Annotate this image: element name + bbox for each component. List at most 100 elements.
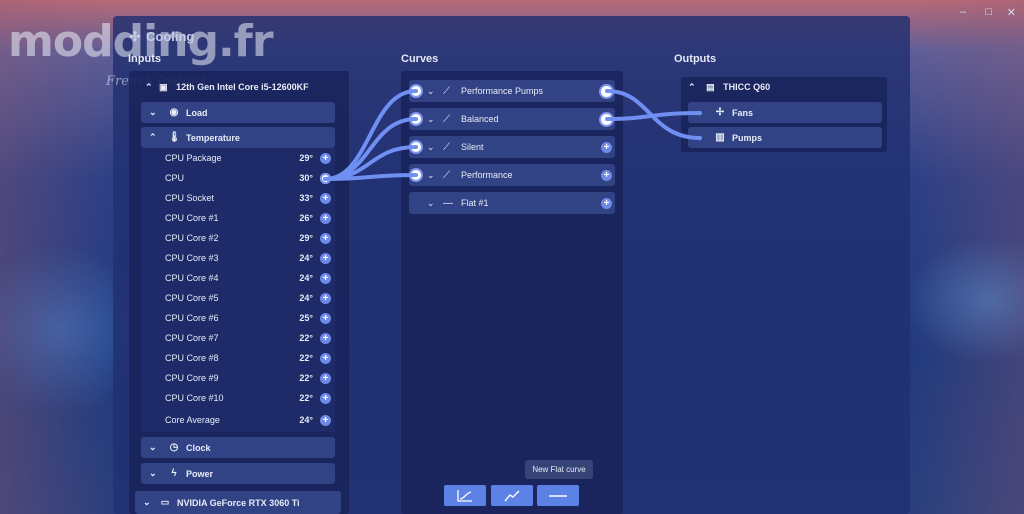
output-device-header[interactable]: ⌃ ▤ THICC Q60	[688, 82, 770, 93]
lightning-icon: ϟ	[171, 467, 177, 479]
add-connection-icon[interactable]: +	[320, 332, 331, 344]
curve-item[interactable]: ⌄ ⟋ Silent +	[409, 136, 615, 158]
chevron-down-icon[interactable]: ⌄	[427, 198, 435, 209]
chevron-down-icon[interactable]: ⌄	[427, 86, 435, 97]
curve-name: Balanced	[461, 114, 499, 124]
add-connection-icon[interactable]: +	[320, 352, 331, 364]
thermometer-icon: 🌡	[168, 131, 181, 143]
sensor-list: CPU Package 29° + CPU 30° CPU Socket 33°…	[141, 148, 335, 432]
chevron-up-icon[interactable]: ⌃	[688, 82, 696, 92]
add-connection-icon[interactable]: +	[320, 312, 331, 324]
output-item-pumps[interactable]: ⌄ ▥ Pumps	[688, 127, 882, 148]
maximize-button[interactable]: □	[985, 6, 992, 18]
curve-name: Performance Pumps	[461, 86, 544, 96]
add-connection-icon[interactable]: +	[320, 392, 331, 404]
add-connection-icon[interactable]: +	[320, 252, 331, 264]
sensor-value: 24°	[299, 293, 313, 303]
curve-name: Silent	[461, 142, 484, 152]
chevron-down-icon[interactable]: ⌄	[427, 142, 435, 153]
add-connection-icon[interactable]: +	[320, 292, 331, 304]
sensor-value: 33°	[299, 193, 313, 203]
curve-output-port[interactable]	[601, 85, 612, 97]
cpu-chip-icon: ▣	[159, 82, 168, 92]
graph-curve-icon	[457, 489, 472, 502]
group-temperature[interactable]: ⌃ 🌡 Temperature	[141, 127, 335, 148]
add-connection-icon[interactable]: +	[320, 232, 331, 244]
graph-curve-icon: ⟋	[443, 85, 450, 97]
sensor-name: CPU Socket	[165, 193, 215, 203]
group-clock-label: Clock	[186, 442, 211, 453]
sensor-name: CPU Package	[165, 153, 222, 163]
connected-port-icon[interactable]	[320, 172, 331, 184]
chevron-up-icon[interactable]: ⌃	[149, 132, 163, 143]
chevron-up-icon[interactable]: ⌃	[145, 82, 153, 92]
sensor-value: 25°	[299, 313, 313, 323]
sensor-value: 24°	[299, 415, 313, 425]
add-connection-icon[interactable]: +	[601, 197, 612, 209]
chevron-down-icon[interactable]: ⌄	[143, 497, 155, 508]
curve-item[interactable]: ⌄ ⟋ Balanced	[409, 108, 615, 130]
pump-icon: ▥	[715, 132, 725, 143]
sensor-row: CPU Core #8 22° +	[141, 348, 335, 368]
chevron-down-icon[interactable]: ⌄	[427, 114, 435, 125]
minimize-button[interactable]: –	[960, 6, 966, 18]
add-connection-icon[interactable]: +	[601, 169, 612, 181]
sensor-row: CPU Core #1 26° +	[141, 208, 335, 228]
output-item-fans[interactable]: ⌄ ✢ Fans	[688, 102, 882, 123]
graph-curve-icon: ⟋	[443, 141, 450, 153]
new-flat-curve-button[interactable]	[537, 485, 579, 506]
curve-name: Flat #1	[461, 198, 489, 208]
add-connection-icon[interactable]: +	[320, 212, 331, 224]
sensor-name: CPU Core #9	[165, 373, 219, 383]
curve-input-port[interactable]	[411, 142, 421, 152]
sensor-value: 29°	[299, 153, 313, 163]
add-connection-icon[interactable]: +	[320, 192, 331, 204]
fan-icon: ✣	[129, 29, 141, 44]
flat-line-icon	[549, 494, 567, 497]
chevron-down-icon[interactable]: ⌄	[427, 170, 435, 181]
input-device-header[interactable]: ⌃ ▣ 12th Gen Intel Core i5-12600KF	[145, 82, 309, 93]
graph-curve-icon: ⟋	[443, 169, 450, 181]
curve-input-port[interactable]	[411, 114, 421, 124]
group-load[interactable]: ⌄ ◉ Load	[141, 102, 335, 123]
group-temperature-label: Temperature	[186, 132, 240, 143]
sensor-value: 22°	[299, 373, 313, 383]
output-name: Fans	[732, 107, 754, 118]
curve-item[interactable]: ⌄ — Flat #1 +	[409, 192, 615, 214]
flat-line-icon: —	[443, 197, 453, 209]
sensor-value: 22°	[299, 333, 313, 343]
sensor-name: CPU Core #5	[165, 293, 219, 303]
group-clock[interactable]: ⌄ ◷ Clock	[141, 437, 335, 458]
gpu-name: NVIDIA GeForce RTX 3060 Ti	[177, 497, 300, 508]
controller-icon: ▤	[706, 82, 715, 92]
add-connection-icon[interactable]: +	[320, 272, 331, 284]
chevron-down-icon[interactable]: ⌄	[696, 107, 710, 118]
curve-input-port[interactable]	[411, 86, 421, 96]
add-connection-icon[interactable]: +	[601, 141, 612, 153]
output-device-name: THICC Q60	[723, 82, 771, 92]
curve-name: Performance	[461, 170, 513, 180]
new-linear-curve-button[interactable]	[491, 485, 533, 506]
curve-item[interactable]: ⌄ ⟋ Performance Pumps	[409, 80, 615, 102]
sensor-name: CPU	[165, 173, 185, 183]
sensor-name: CPU Core #4	[165, 273, 219, 283]
outputs-title: Outputs	[674, 53, 717, 65]
chevron-down-icon[interactable]: ⌄	[149, 442, 163, 453]
curve-item[interactable]: ⌄ ⟋ Performance +	[409, 164, 615, 186]
close-button[interactable]: ✕	[1007, 6, 1016, 19]
sensor-value: 22°	[299, 393, 313, 403]
sensor-name: CPU Core #7	[165, 333, 219, 343]
app-title-text: Cooling	[146, 29, 195, 44]
input-device-gpu[interactable]: ⌄ ▭ NVIDIA GeForce RTX 3060 Ti	[135, 491, 341, 514]
group-power[interactable]: ⌄ ϟ Power	[141, 463, 335, 484]
add-connection-icon[interactable]: +	[320, 152, 331, 164]
chevron-down-icon[interactable]: ⌄	[149, 107, 163, 118]
add-connection-icon[interactable]: +	[320, 372, 331, 384]
curve-input-port[interactable]	[411, 170, 421, 180]
sensor-value: 26°	[299, 213, 313, 223]
chevron-down-icon[interactable]: ⌄	[696, 132, 710, 143]
add-connection-icon[interactable]: +	[320, 414, 331, 426]
curve-output-port[interactable]	[601, 113, 612, 125]
chevron-down-icon[interactable]: ⌄	[149, 468, 163, 479]
new-curve-button[interactable]	[444, 485, 486, 506]
